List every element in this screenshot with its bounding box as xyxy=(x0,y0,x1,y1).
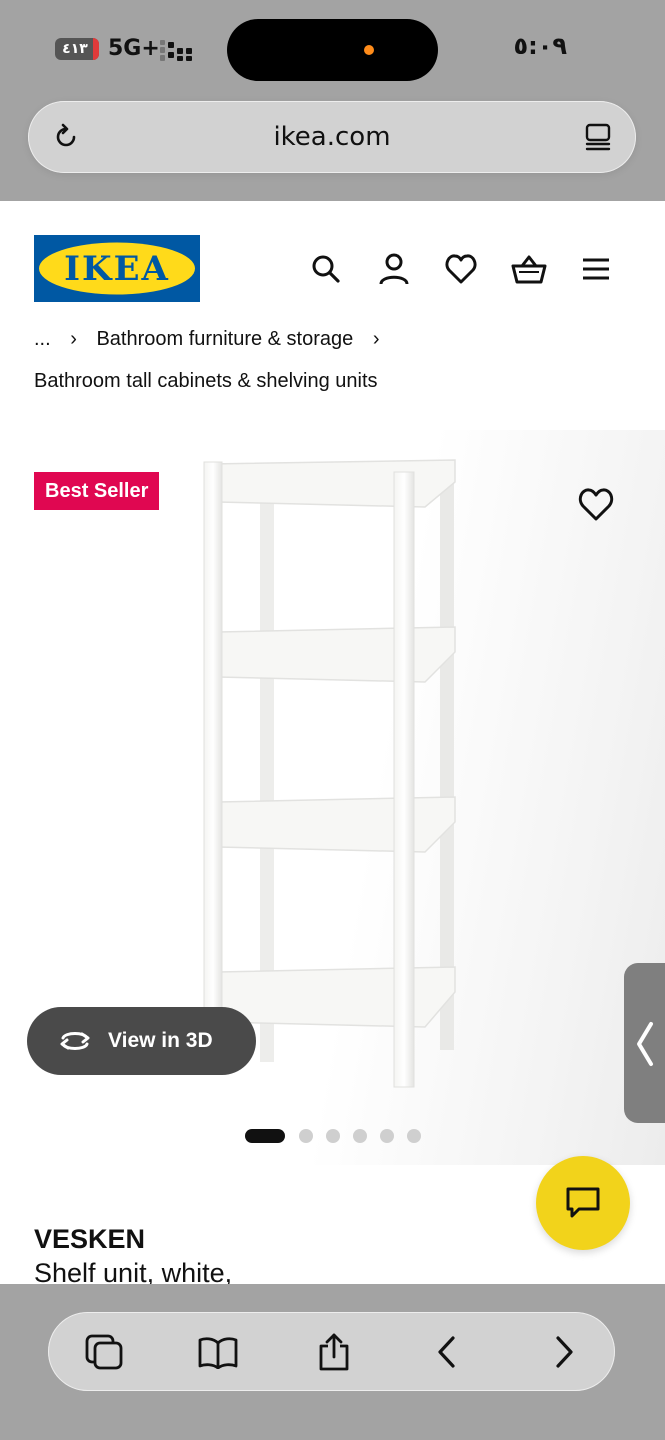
ikea-logo-text: IKEA xyxy=(64,249,170,289)
network-type: 5G+ xyxy=(108,36,160,61)
breadcrumb-separator: › xyxy=(70,328,77,350)
browser-top-chrome: ٤١٣ 5G+ ٥:٠٩ ikea.com xyxy=(0,0,665,201)
signal-icon xyxy=(160,40,192,61)
chat-icon xyxy=(566,1187,600,1218)
breadcrumb-item-bathroom-furniture[interactable]: Bathroom furniture & storage xyxy=(96,328,353,350)
chevron-right-icon xyxy=(556,1336,573,1368)
carousel-dot-active[interactable] xyxy=(245,1129,285,1143)
cart-icon[interactable] xyxy=(509,250,549,288)
url-text[interactable]: ikea.com xyxy=(28,101,636,173)
breadcrumb-separator: › xyxy=(372,328,380,350)
add-to-favourites-icon[interactable] xyxy=(578,487,614,523)
search-icon[interactable] xyxy=(306,250,346,288)
carousel-dot[interactable] xyxy=(380,1129,394,1143)
rotate-3d-icon xyxy=(60,1032,90,1050)
tabs-button[interactable] xyxy=(83,1331,125,1373)
book-icon xyxy=(198,1337,238,1369)
view-in-3d-button[interactable]: View in 3D xyxy=(27,1007,256,1075)
browser-bottom-chrome xyxy=(0,1284,665,1440)
account-icon[interactable] xyxy=(374,250,414,288)
side-panel-handle[interactable] xyxy=(624,963,665,1123)
battery-level: ٤١٣ xyxy=(62,41,88,57)
chat-button[interactable] xyxy=(536,1156,630,1250)
ikea-logo-mark: IKEA xyxy=(39,242,195,295)
reader-mode-icon[interactable] xyxy=(582,121,614,153)
back-button[interactable] xyxy=(426,1331,468,1373)
battery-indicator: ٤١٣ xyxy=(55,38,99,60)
product-name: VESKEN xyxy=(34,1224,146,1254)
best-seller-badge: Best Seller xyxy=(34,472,160,510)
address-bar[interactable]: ikea.com xyxy=(28,101,636,173)
browser-toolbar xyxy=(48,1312,615,1391)
chevron-left-icon xyxy=(438,1336,455,1368)
carousel-dot[interactable] xyxy=(326,1129,340,1143)
dynamic-island xyxy=(227,19,438,81)
tabs-icon xyxy=(85,1334,123,1370)
carousel-dot[interactable] xyxy=(407,1129,421,1143)
share-icon xyxy=(319,1333,349,1371)
status-time: ٥:٠٩ xyxy=(513,32,567,60)
privacy-indicator-dot xyxy=(364,45,374,55)
breadcrumb-current[interactable]: Bathroom tall cabinets & shelving units xyxy=(34,370,378,393)
chevron-left-icon xyxy=(637,1022,653,1066)
ikea-logo[interactable]: IKEA xyxy=(34,235,200,302)
carousel-dot[interactable] xyxy=(299,1129,313,1143)
share-button[interactable] xyxy=(313,1331,355,1373)
menu-icon[interactable] xyxy=(576,250,616,288)
carousel-dot[interactable] xyxy=(353,1129,367,1143)
favourites-icon[interactable] xyxy=(441,250,481,288)
forward-button[interactable] xyxy=(543,1331,585,1373)
breadcrumb: ... › Bathroom furniture & storage › xyxy=(34,328,394,351)
bookmarks-button[interactable] xyxy=(197,1331,239,1373)
breadcrumb-ellipsis[interactable]: ... xyxy=(34,328,51,350)
view-in-3d-label: View in 3D xyxy=(108,1029,213,1052)
product-image-shelf-unit[interactable] xyxy=(200,452,465,1092)
